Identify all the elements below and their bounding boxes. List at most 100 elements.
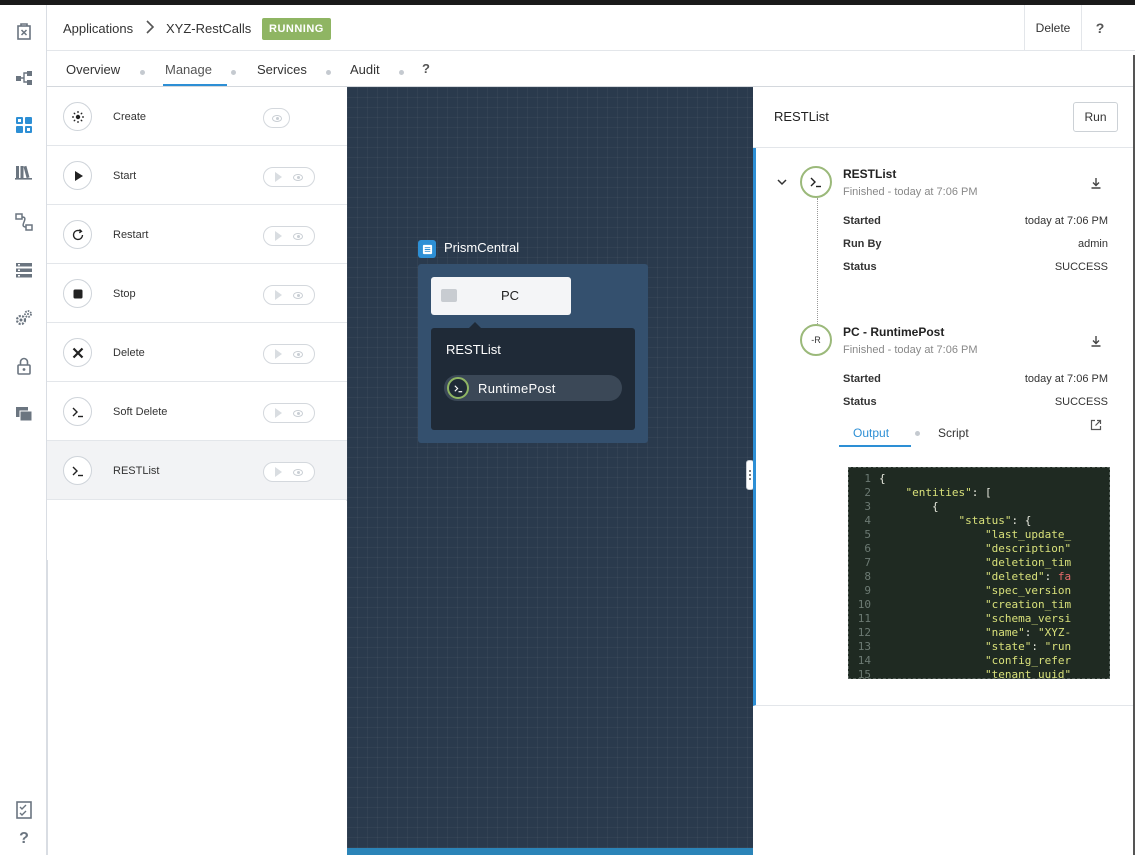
library-books-icon[interactable] [13,161,35,183]
tab-audit[interactable]: Audit [350,62,380,77]
play-icon[interactable] [274,290,282,300]
download-icon[interactable] [1089,176,1103,190]
code-line: 1{ [849,472,1109,486]
line-number: 10 [857,598,871,611]
play-icon[interactable] [274,467,282,477]
code-text: "tenant_uuid" [984,668,1072,679]
run-log-content: RESTList Finished - today at 7:06 PM Sta… [753,148,1135,706]
service-title[interactable]: PrismCentral [444,240,519,255]
play-icon[interactable] [274,172,282,182]
terminal-icon [63,456,92,485]
eye-icon[interactable] [293,232,304,240]
external-link-icon[interactable] [1089,418,1103,432]
action-row-delete[interactable]: Delete [47,323,347,382]
tab-separator-dot [399,70,404,75]
tab-separator-dot [140,70,145,75]
play-icon[interactable] [274,231,282,241]
code-text: "entities": [ [905,486,992,499]
code-line: 6 "description" [849,542,1109,556]
task-label: RuntimePost [478,381,556,396]
blueprint-canvas[interactable]: PrismCentral PC RESTList RuntimePost [347,87,753,855]
eye-icon[interactable] [293,173,304,181]
run-by-key: Run By [843,238,882,250]
code-text: "spec_version [984,584,1072,597]
tab-output[interactable]: Output [853,426,889,440]
tab-script[interactable]: Script [938,426,969,440]
delete-app-button[interactable]: Delete [1024,5,1082,51]
view-toggle[interactable] [263,108,290,128]
run-view-toggle[interactable] [263,226,315,246]
code-text: "status": { [958,514,1032,527]
line-number: 4 [864,514,871,527]
help-question-icon[interactable]: ? [13,828,35,850]
action-row-restart[interactable]: Restart [47,205,347,264]
run-by-value: admin [1078,238,1108,250]
status-key: Status [843,396,877,408]
tab-services[interactable]: Services [257,62,307,77]
header-help-button[interactable]: ? [1082,5,1118,51]
status-badge: RUNNING [262,18,331,40]
policies-lock-icon[interactable] [13,355,35,377]
code-text: "description" [984,542,1072,555]
code-text: "last_update_ [984,528,1072,541]
eye-icon[interactable] [293,468,304,476]
canvas-footer-bar [347,848,753,855]
play-icon [63,161,92,190]
code-line: 14 "config_refer [849,654,1109,668]
breadcrumb-applications[interactable]: Applications [63,21,133,36]
chevron-down-icon[interactable] [776,176,788,188]
action-label: Restart [113,229,149,241]
endpoints-list-icon[interactable] [13,259,35,281]
code-text: "creation_tim [984,598,1072,611]
play-icon[interactable] [274,349,282,359]
tab-overview[interactable]: Overview [66,62,120,77]
code-line: 15 "tenant_uuid" [849,668,1109,679]
action-label: Stop [113,288,136,300]
output-code-viewer[interactable]: 1{2 "entities": [3 {4 "status": {5 "last… [848,467,1110,679]
play-icon[interactable] [274,408,282,418]
run-view-toggle[interactable] [263,285,315,305]
run-view-toggle[interactable] [263,462,315,482]
code-text: "deleted": fa [984,570,1072,583]
run-button[interactable]: Run [1073,102,1118,132]
blueprint-graph-icon[interactable] [13,67,35,89]
eye-icon[interactable] [293,291,304,299]
eye-icon [271,114,282,122]
run-view-toggle[interactable] [263,344,315,364]
action-row-stop[interactable]: Stop [47,264,347,323]
substrate-card[interactable]: PC [431,277,571,315]
line-number: 1 [864,472,871,485]
marketplace-bag-icon[interactable] [13,20,35,42]
run-view-toggle[interactable] [263,167,315,187]
action-row-start[interactable]: Start [47,146,347,205]
vm-icon [441,289,457,302]
tasks-checklist-icon[interactable] [13,799,35,821]
task-runtimepost[interactable]: RuntimePost [444,375,622,401]
code-line: 13 "state": "run [849,640,1109,654]
sun-icon [63,102,92,131]
tab-manage[interactable]: Manage [165,62,212,77]
actions-list: Create Start Restart Stop Delete Soft De… [47,87,347,501]
projects-folders-icon[interactable] [13,402,35,424]
tabs-help-button[interactable]: ? [422,61,430,76]
action-row-create[interactable]: Create [47,87,347,146]
line-number: 3 [864,500,871,513]
left-nav: ? [0,5,47,855]
eye-icon[interactable] [293,409,304,417]
tab-separator-dot [231,70,236,75]
started-value: today at 7:06 PM [1024,215,1108,227]
action-row-restlist[interactable]: RESTList [47,441,347,500]
service-box[interactable]: PC RESTList RuntimePost [418,264,648,443]
eye-icon[interactable] [293,350,304,358]
settings-gears-icon[interactable] [13,307,35,329]
code-line: 4 "status": { [849,514,1109,528]
run-view-toggle[interactable] [263,403,315,423]
code-line: 11 "schema_versi [849,612,1109,626]
terminal-icon [63,397,92,426]
code-line: 7 "deletion_tim [849,556,1109,570]
action-row-soft-delete[interactable]: Soft Delete [47,382,347,441]
line-number: 11 [857,612,871,625]
download-icon[interactable] [1089,334,1103,348]
runbooks-flow-icon[interactable] [13,211,35,233]
applications-grid-icon[interactable] [13,114,35,136]
